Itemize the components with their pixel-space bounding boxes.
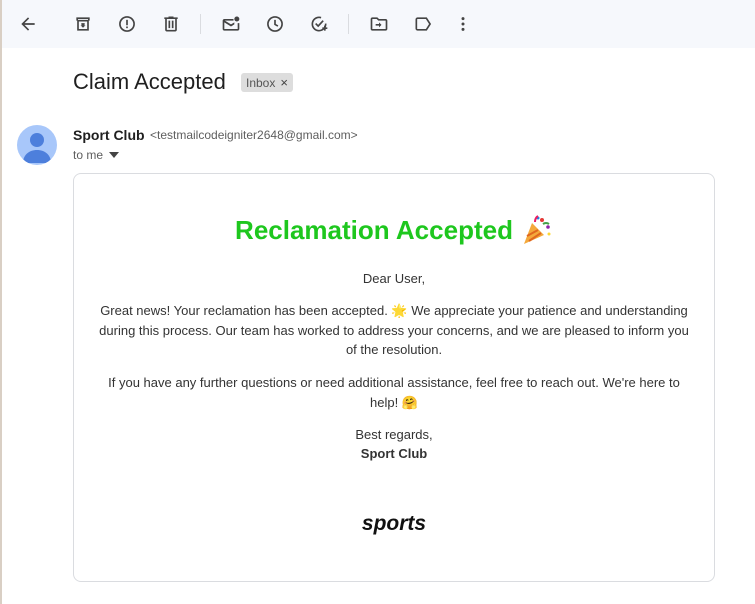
more-vert-icon — [461, 17, 465, 31]
archive-icon — [76, 17, 90, 31]
sender-email: <testmailcodeigniter2648@gmail.com> — [150, 128, 358, 142]
sender-avatar[interactable] — [17, 125, 57, 165]
back-button[interactable] — [12, 8, 44, 40]
recipient-label: to me — [73, 148, 104, 162]
report-spam-button[interactable] — [111, 8, 143, 40]
move-to-button[interactable] — [363, 8, 395, 40]
email-toolbar — [2, 0, 755, 48]
add-task-button[interactable] — [303, 8, 335, 40]
label-button[interactable] — [407, 8, 439, 40]
more-options-button[interactable] — [447, 8, 479, 40]
toolbar-separator — [348, 14, 349, 34]
delete-icon — [164, 16, 178, 32]
back-arrow-icon — [21, 17, 35, 31]
sports-logo-mark: sports — [362, 512, 426, 535]
email-window: Claim Accepted Inbox × Sport Club <testm… — [2, 0, 755, 604]
add-task-icon — [311, 16, 328, 32]
party-popper-icon — [523, 215, 551, 244]
paragraph-2: If you have any further questions or nee… — [108, 375, 680, 410]
move-to-icon — [370, 17, 388, 31]
greeting-text: Dear User, — [362, 271, 426, 286]
sports-logo: sports — [74, 510, 714, 540]
sender-name[interactable]: Sport Club — [73, 127, 145, 143]
snooze-button[interactable] — [259, 8, 291, 40]
inbox-label-text: Inbox — [246, 75, 276, 90]
email-subject: Claim Accepted — [73, 69, 226, 94]
sports-logo-text: sports — [362, 512, 426, 535]
signature-text: Sport Club — [360, 446, 428, 461]
remove-label-icon[interactable]: × — [280, 76, 288, 89]
closing-text: Best regards, — [355, 427, 433, 442]
recipient-details[interactable]: to me — [73, 148, 120, 162]
label-icon — [415, 17, 432, 31]
body-heading-text: Reclamation Accepted — [235, 214, 513, 245]
person-icon — [23, 133, 51, 163]
mark-unread-button[interactable] — [215, 8, 247, 40]
toolbar-separator — [200, 14, 201, 34]
archive-button[interactable] — [67, 8, 99, 40]
mark-unread-icon — [222, 16, 240, 31]
dropdown-caret-icon — [109, 152, 120, 158]
snooze-icon — [267, 16, 283, 32]
report-spam-icon — [119, 16, 135, 32]
inbox-label-chip[interactable]: Inbox × — [241, 73, 293, 92]
paragraph-1: Great news! Your reclamation has been ac… — [99, 303, 689, 357]
email-body-card: Reclamation Accepted Dear User, Great ne… — [73, 173, 715, 582]
body-heading: Reclamation Accepted — [74, 214, 714, 246]
delete-button[interactable] — [155, 8, 187, 40]
